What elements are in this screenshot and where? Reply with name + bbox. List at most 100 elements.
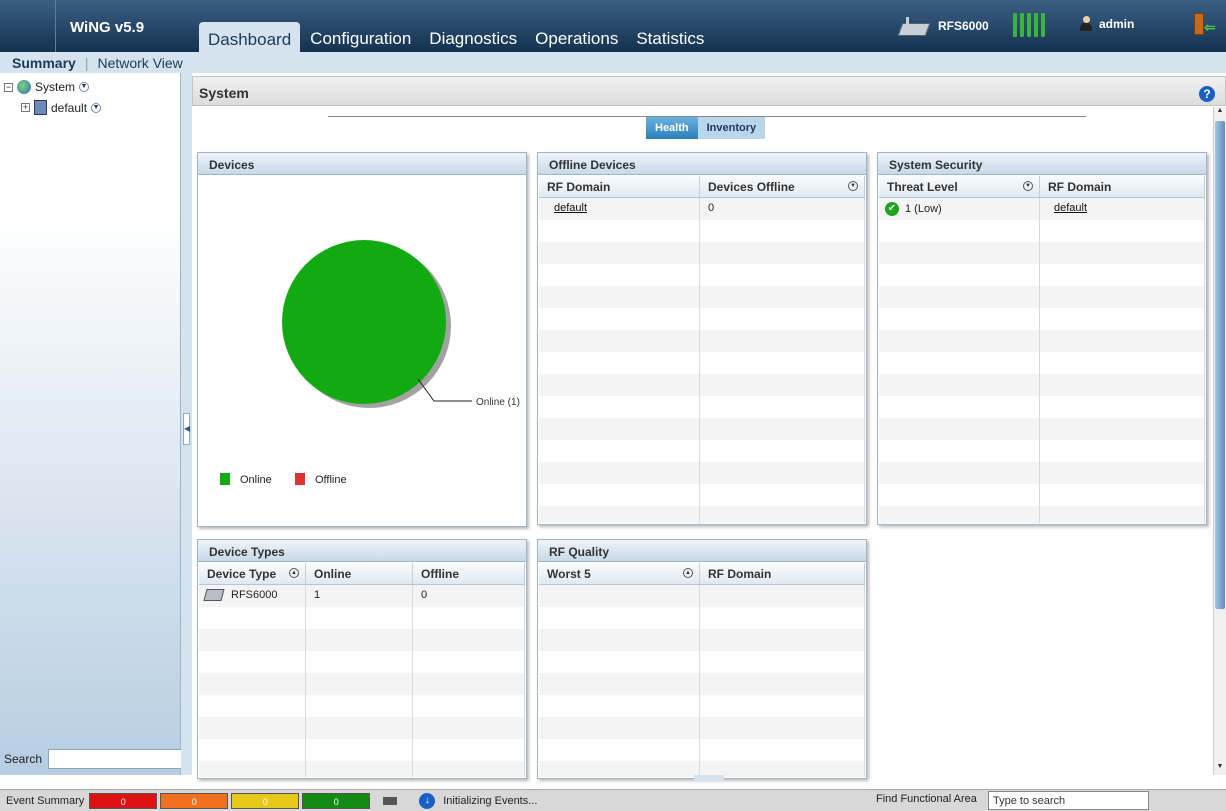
event-count-minor[interactable]: 0 xyxy=(231,792,300,809)
scroll-down-icon[interactable]: ▼ xyxy=(1214,763,1226,775)
brand: WiNG v5.9 xyxy=(55,0,200,52)
rf-quality-panel: RF Quality Worst 5 ▲ RF Domain xyxy=(537,539,867,779)
dropdown-icon[interactable]: ▼ xyxy=(79,82,90,92)
user-name: admin xyxy=(1099,16,1135,31)
col-rf-domain[interactable]: RF Domain xyxy=(1040,176,1205,197)
rf-domain-link[interactable]: default xyxy=(1054,202,1087,214)
col-device-type-label: Device Type xyxy=(207,567,277,581)
grid-header: Worst 5 ▲ RF Domain xyxy=(539,563,865,585)
health-tab[interactable]: Health xyxy=(646,117,698,139)
event-summary-label: Event Summary xyxy=(6,794,85,807)
network-view-link[interactable]: Network View xyxy=(97,55,182,71)
rf-quality-grid: Worst 5 ▲ RF Domain xyxy=(539,563,865,777)
rf-quality-rows xyxy=(539,585,865,777)
legend-swatch-online xyxy=(220,473,230,485)
collapse-panel-icon[interactable]: ◀ xyxy=(183,413,190,445)
user-menu[interactable]: admin xyxy=(1079,16,1134,31)
user-icon xyxy=(1079,16,1093,31)
app-title: WiNG v5.9 xyxy=(70,19,145,36)
find-functional-area-label: Find Functional Area xyxy=(876,793,977,805)
event-count-info[interactable]: 0 xyxy=(302,792,371,809)
find-functional-area-input[interactable] xyxy=(988,791,1149,810)
online-cell: 1 xyxy=(306,585,413,607)
search-input[interactable] xyxy=(48,749,183,769)
grid-header: Device Type ▲ Online Offline xyxy=(199,563,525,585)
tree-node-default[interactable]: + default ▼ xyxy=(21,100,102,115)
sort-desc-icon[interactable]: ▼ xyxy=(848,181,858,191)
inventory-tab[interactable]: Inventory xyxy=(697,117,766,139)
tree-label-default[interactable]: default xyxy=(51,101,87,115)
tree-label-system[interactable]: System xyxy=(35,80,75,94)
logout-icon[interactable]: ⇐ xyxy=(1192,13,1216,37)
event-count-critical[interactable]: 0 xyxy=(89,792,158,809)
subnav-separator: | xyxy=(84,54,89,71)
threat-level-cell: 1 (Low) xyxy=(905,202,942,215)
tab-dashboard[interactable]: Dashboard xyxy=(199,22,301,52)
legend-swatch-offline xyxy=(295,473,305,485)
col-threat-level-label: Threat Level xyxy=(887,180,958,194)
camera-icon[interactable] xyxy=(383,796,398,805)
pie-slice-online[interactable] xyxy=(282,240,446,404)
col-worst-5[interactable]: Worst 5 ▲ xyxy=(539,563,700,584)
offline-devices-panel: Offline Devices RF Domain Devices Offlin… xyxy=(537,152,867,525)
table-row[interactable]: RFS6000 1 0 xyxy=(199,585,525,607)
device-types-grid: Device Type ▲ Online Offline RFS6000 1 0 xyxy=(199,563,525,777)
devices-panel: Devices Online (1) Online Offline xyxy=(197,152,527,527)
view-toggle: Health Inventory xyxy=(646,117,766,139)
tree-node-system[interactable]: − System ▼ xyxy=(4,80,90,94)
device-name: RFS6000 xyxy=(938,19,989,33)
help-icon[interactable]: ? xyxy=(1199,86,1215,102)
building-icon xyxy=(34,100,47,115)
table-row[interactable]: ✔ 1 (Low) default xyxy=(879,198,1205,220)
tree-search: Search xyxy=(0,749,183,769)
device-type-cell: RFS6000 xyxy=(231,589,278,601)
dropdown-icon[interactable]: ▼ xyxy=(91,102,102,113)
tab-diagnostics[interactable]: Diagnostics xyxy=(421,22,525,52)
col-online[interactable]: Online xyxy=(306,563,413,584)
system-security-title: System Security xyxy=(878,153,1206,175)
col-devices-offline[interactable]: Devices Offline ▼ xyxy=(700,176,865,197)
summary-link[interactable]: Summary xyxy=(12,55,76,71)
rf-quality-title: RF Quality xyxy=(538,540,866,562)
devices-offline-cell: 0 xyxy=(700,198,865,220)
top-bar: WiNG v5.9 Dashboard Configuration Diagno… xyxy=(0,0,1226,52)
offline-devices-grid: RF Domain Devices Offline ▼ default 0 xyxy=(539,176,865,523)
page-title-text: System xyxy=(199,85,249,101)
col-offline[interactable]: Offline xyxy=(413,563,525,584)
expand-icon[interactable]: + xyxy=(21,103,30,112)
col-rf-domain[interactable]: RF Domain xyxy=(700,563,865,584)
panel-splitter[interactable]: ◀ xyxy=(181,73,192,775)
grid-header: Threat Level ▼ RF Domain xyxy=(879,176,1205,198)
sort-asc-icon[interactable]: ▲ xyxy=(683,568,693,578)
status-bar: Event Summary 0 0 0 0 ↓ Initializing Eve… xyxy=(0,789,1226,811)
col-devices-offline-label: Devices Offline xyxy=(708,180,795,194)
col-device-type[interactable]: Device Type ▲ xyxy=(199,563,306,584)
legend-online: Online xyxy=(240,474,272,486)
table-row[interactable]: default 0 xyxy=(539,198,865,220)
rf-domain-link[interactable]: default xyxy=(554,202,587,214)
left-tree-panel: − System ▼ + default ▼ Search xyxy=(0,73,183,775)
tab-configuration[interactable]: Configuration xyxy=(302,22,419,52)
collapse-icon[interactable]: − xyxy=(4,82,13,92)
device-info[interactable]: RFS6000 xyxy=(898,12,989,40)
legend-offline: Offline xyxy=(315,474,347,486)
sort-desc-icon[interactable]: ▼ xyxy=(1023,181,1033,191)
sub-nav: Summary | Network View xyxy=(0,52,1226,73)
scroll-up-icon[interactable]: ▲ xyxy=(1214,107,1226,119)
download-icon[interactable]: ↓ xyxy=(419,792,436,809)
sort-asc-icon[interactable]: ▲ xyxy=(289,568,299,578)
device-types-title: Device Types xyxy=(198,540,526,562)
col-threat-level[interactable]: Threat Level ▼ xyxy=(879,176,1040,197)
tab-statistics[interactable]: Statistics xyxy=(628,22,712,52)
col-rf-domain[interactable]: RF Domain xyxy=(539,176,700,197)
router-icon xyxy=(898,15,928,37)
col-worst-5-label: Worst 5 xyxy=(547,567,591,581)
event-count-major[interactable]: 0 xyxy=(160,792,229,809)
vertical-scrollbar[interactable]: ▲ ▼ xyxy=(1213,107,1226,775)
scroll-thumb[interactable] xyxy=(1215,121,1225,609)
tab-operations[interactable]: Operations xyxy=(527,22,626,52)
devices-pie-chart: Online (1) Online Offline xyxy=(220,240,520,486)
main-content: System ? Health Inventory Devices Online… xyxy=(192,73,1226,781)
system-security-rows: ✔ 1 (Low) default xyxy=(879,198,1205,523)
bottom-panel-handle[interactable] xyxy=(694,775,724,781)
